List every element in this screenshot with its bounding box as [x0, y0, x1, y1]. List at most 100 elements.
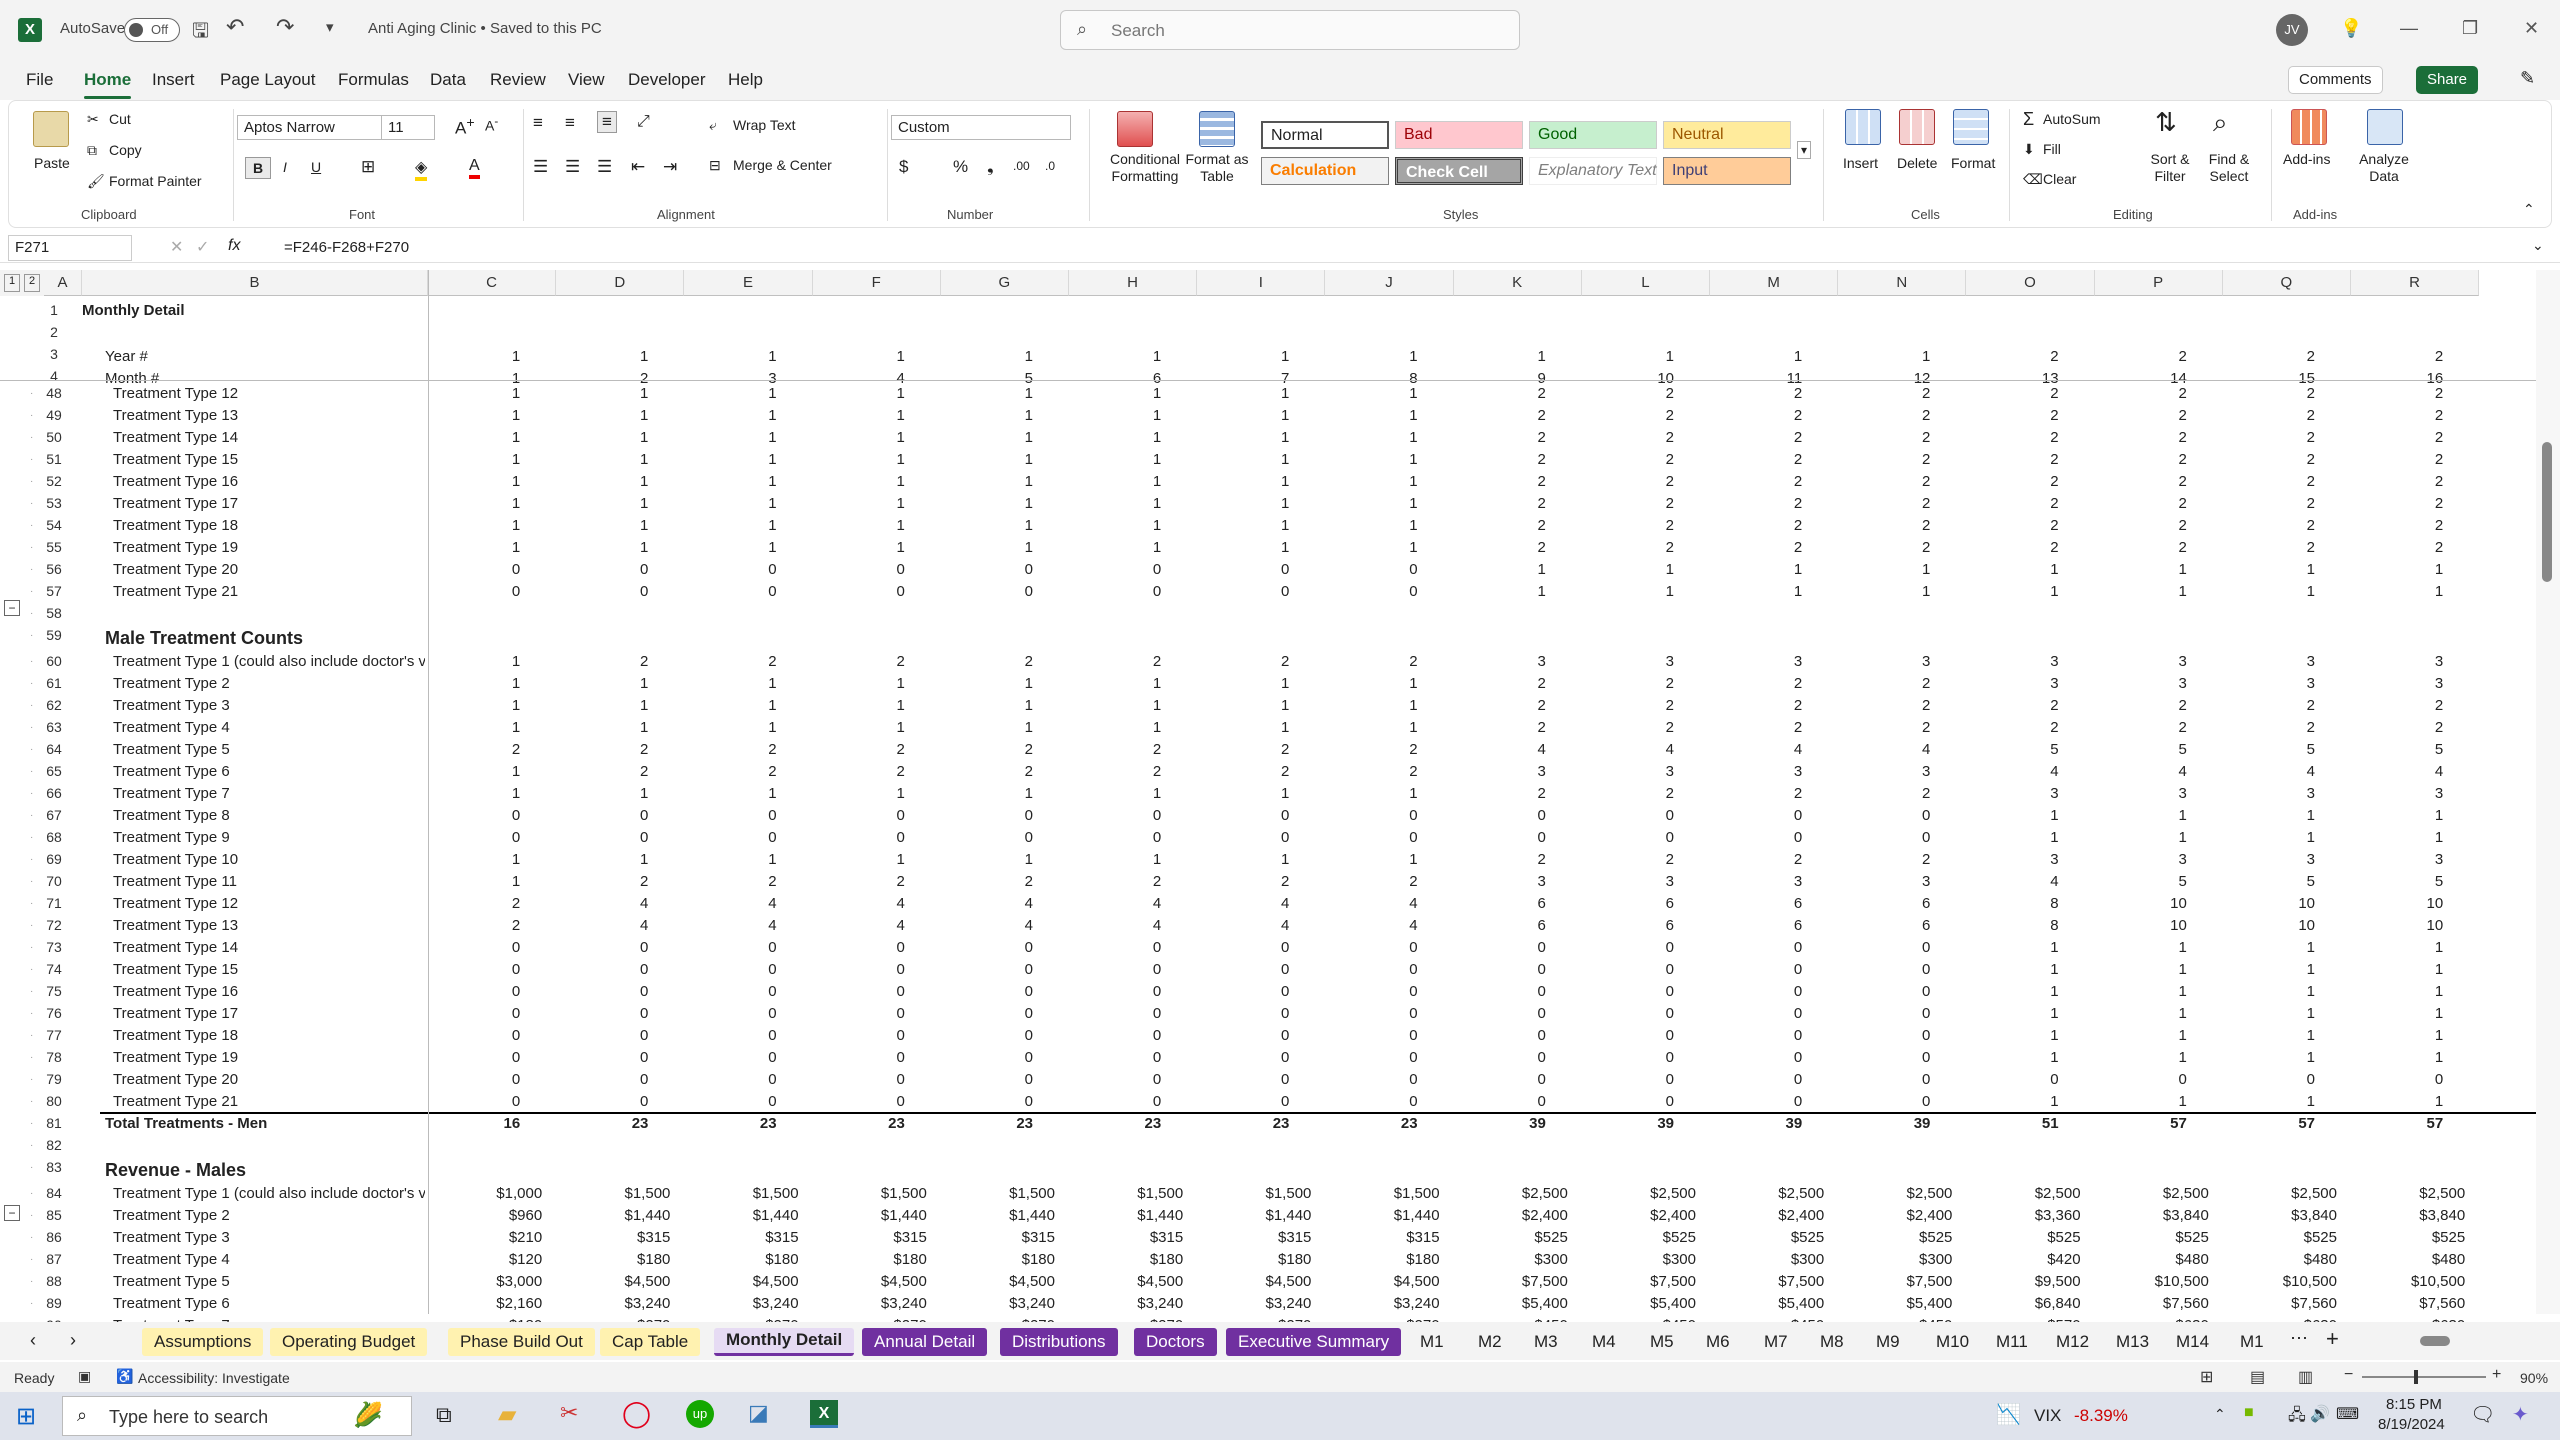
- row-header[interactable]: 71: [32, 895, 76, 911]
- row-header[interactable]: 3: [32, 346, 76, 362]
- row-header[interactable]: 1: [32, 302, 76, 318]
- tab-home[interactable]: Home: [84, 70, 132, 99]
- fill-color-icon[interactable]: ◈: [415, 157, 428, 181]
- ticker-name[interactable]: VIX: [2034, 1406, 2061, 1426]
- style-bad[interactable]: Bad: [1395, 121, 1523, 149]
- font-size-select[interactable]: 11: [381, 115, 435, 140]
- row-header[interactable]: 89: [32, 1295, 76, 1311]
- style-neutral[interactable]: Neutral: [1663, 121, 1791, 149]
- style-normal[interactable]: Normal: [1261, 121, 1389, 149]
- row-header[interactable]: 60: [32, 653, 76, 669]
- search-box[interactable]: ⌕ Search: [1060, 10, 1520, 50]
- zoom-level[interactable]: 90%: [2520, 1370, 2548, 1386]
- sheet-tab[interactable]: M9: [1872, 1328, 1904, 1356]
- column-header[interactable]: E: [684, 270, 813, 296]
- minimize-icon[interactable]: —: [2400, 18, 2418, 39]
- row-header[interactable]: 84: [32, 1185, 76, 1201]
- grow-font-icon[interactable]: A+: [455, 115, 475, 139]
- sheet-tab[interactable]: M11: [1992, 1328, 2032, 1356]
- column-header[interactable]: J: [1325, 270, 1454, 296]
- find-select-button[interactable]: Find & Select: [2199, 151, 2259, 185]
- row-header[interactable]: 2: [32, 324, 76, 340]
- sheet-tab[interactable]: M13: [2112, 1328, 2153, 1356]
- sheet-tab[interactable]: Operating Budget: [270, 1328, 428, 1356]
- sheet-tab[interactable]: M1: [1416, 1328, 1448, 1356]
- redo-icon[interactable]: ↷: [276, 14, 294, 40]
- row-header[interactable]: 49: [32, 407, 76, 423]
- tab-formulas[interactable]: Formulas: [338, 70, 409, 90]
- outline-level-2[interactable]: 2: [24, 274, 40, 292]
- windows-start-icon[interactable]: ⊞: [16, 1402, 36, 1431]
- row-header[interactable]: 80: [32, 1093, 76, 1109]
- format-painter-button[interactable]: Format Painter: [109, 173, 202, 189]
- sort-filter-button[interactable]: Sort & Filter: [2139, 151, 2201, 185]
- file-explorer-icon[interactable]: ▰: [498, 1400, 516, 1429]
- paste-icon[interactable]: [33, 111, 69, 147]
- vertical-scroll-thumb[interactable]: [2542, 442, 2552, 582]
- row-header[interactable]: 78: [32, 1049, 76, 1065]
- outline-collapse-button[interactable]: −: [4, 600, 20, 616]
- row-header[interactable]: 63: [32, 719, 76, 735]
- row-header[interactable]: 79: [32, 1071, 76, 1087]
- sheet-tab[interactable]: M2: [1474, 1328, 1506, 1356]
- align-bottom-icon[interactable]: ≡: [597, 111, 617, 133]
- row-header[interactable]: 53: [32, 495, 76, 511]
- lightbulb-icon[interactable]: 💡: [2340, 18, 2362, 39]
- zoom-in-icon[interactable]: +: [2492, 1366, 2501, 1384]
- copy-button[interactable]: Copy: [109, 142, 142, 158]
- column-header[interactable]: C: [428, 270, 557, 296]
- sheet-tab[interactable]: Executive Summary: [1226, 1328, 1402, 1356]
- row-header[interactable]: 54: [32, 517, 76, 533]
- next-sheet-icon[interactable]: ›: [70, 1330, 76, 1351]
- customize-qat-icon[interactable]: ▾: [326, 18, 334, 36]
- row-header[interactable]: 51: [32, 451, 76, 467]
- page-layout-view-icon[interactable]: ▤: [2250, 1367, 2265, 1387]
- row-header[interactable]: 65: [32, 763, 76, 779]
- row-header[interactable]: 81: [32, 1115, 76, 1131]
- increase-indent-icon[interactable]: ⇥: [663, 157, 677, 177]
- row-header[interactable]: 85: [32, 1207, 76, 1223]
- bold-icon[interactable]: B: [245, 157, 272, 179]
- tab-insert[interactable]: Insert: [152, 70, 195, 90]
- column-header[interactable]: O: [1966, 270, 2095, 296]
- copilot-icon[interactable]: ✦: [2512, 1402, 2529, 1427]
- currency-icon[interactable]: $: [899, 157, 908, 177]
- align-top-icon[interactable]: ≡: [533, 113, 543, 133]
- more-sheets-icon[interactable]: ⋯: [2290, 1328, 2308, 1349]
- column-header[interactable]: B: [82, 270, 428, 296]
- collapse-ribbon-icon[interactable]: ⌃: [2523, 201, 2535, 218]
- format-as-table-button[interactable]: Format as Table: [1185, 151, 1249, 185]
- insert-cells-button[interactable]: Insert: [1843, 155, 1878, 171]
- shrink-font-icon[interactable]: A-: [485, 115, 498, 134]
- user-avatar[interactable]: JV: [2276, 14, 2308, 46]
- row-header[interactable]: 76: [32, 1005, 76, 1021]
- column-header[interactable]: I: [1197, 270, 1326, 296]
- sheet-tab[interactable]: M12: [2052, 1328, 2093, 1356]
- decrease-indent-icon[interactable]: ⇤: [631, 157, 645, 177]
- sheet-tab[interactable]: Assumptions: [142, 1328, 264, 1356]
- sheet-tab[interactable]: Doctors: [1134, 1328, 1217, 1356]
- column-header[interactable]: L: [1581, 270, 1710, 296]
- column-header[interactable]: N: [1838, 270, 1967, 296]
- row-header[interactable]: 75: [32, 983, 76, 999]
- column-header[interactable]: F: [812, 270, 941, 296]
- excel-taskbar-icon[interactable]: X: [810, 1400, 838, 1428]
- normal-view-icon[interactable]: ⊞: [2200, 1367, 2213, 1387]
- format-painter-icon[interactable]: 🖌: [87, 173, 105, 190]
- macro-icon[interactable]: ▣: [78, 1368, 91, 1385]
- column-header[interactable]: R: [2351, 270, 2480, 296]
- cancel-icon[interactable]: ✕: [170, 237, 183, 257]
- app-icon[interactable]: ◪: [748, 1400, 769, 1426]
- row-header[interactable]: 87: [32, 1251, 76, 1267]
- tab-developer[interactable]: Developer: [628, 70, 706, 90]
- copy-icon[interactable]: ⧉: [87, 142, 97, 159]
- tab-data[interactable]: Data: [430, 70, 466, 90]
- vertical-scrollbar[interactable]: [2536, 270, 2560, 1314]
- orientation-icon[interactable]: ⤢: [637, 113, 650, 131]
- merge-center-button[interactable]: Merge & Center: [733, 157, 832, 173]
- expand-formula-icon[interactable]: ⌄: [2532, 237, 2544, 254]
- row-header[interactable]: 64: [32, 741, 76, 757]
- undo-icon[interactable]: ↶: [226, 14, 244, 40]
- row-header[interactable]: 70: [32, 873, 76, 889]
- column-header[interactable]: H: [1069, 270, 1198, 296]
